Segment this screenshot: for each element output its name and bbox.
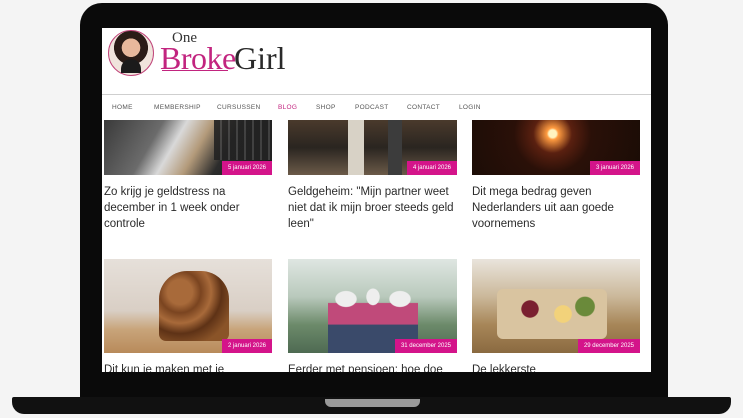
nav-item-cursussen[interactable]: CURSUSSEN [217,104,261,111]
post-title[interactable]: De lekkerste [472,362,640,372]
post-image[interactable]: 4 januari 2026 [288,120,457,175]
post-date-badge: 31 december 2025 [394,339,457,353]
post-title[interactable]: Dit mega bedrag geven Nederlanders uit a… [472,184,640,232]
post-title[interactable]: Eerder met pensioen: hoe doe [288,362,456,372]
post-date-badge: 4 januari 2026 [406,161,457,175]
post-image[interactable]: 5 januari 2026 [104,120,272,175]
post-image[interactable]: 31 december 2025 [288,259,457,353]
logo-broke-text: Broke [160,40,236,76]
people-graphic-2 [388,120,402,175]
post-image[interactable]: 29 december 2025 [472,259,640,353]
laptop-screen: One Broke Girl HOME MEMBERSHIP CURSUSSEN… [102,28,651,372]
avatar [108,30,154,76]
post-title[interactable]: Dit kun je maken met je [104,362,272,372]
post-image[interactable]: 2 januari 2026 [104,259,272,353]
post-date-badge: 3 januari 2026 [589,161,640,175]
oliebollen-graphic [159,271,229,341]
nav-item-contact[interactable]: CONTACT [407,104,440,111]
main-nav: HOME MEMBERSHIP CURSUSSEN BLOG SHOP PODC… [102,94,651,119]
keyboard-graphic [214,120,272,160]
site-logo[interactable]: One Broke Girl [160,30,320,76]
post-image[interactable]: 3 januari 2026 [472,120,640,175]
people-graphic [348,120,364,175]
nav-item-podcast[interactable]: PODCAST [355,104,389,111]
nav-item-shop[interactable]: SHOP [316,104,336,111]
site-brand[interactable]: One Broke Girl [108,30,320,76]
laptop-notch [325,399,420,407]
nav-item-blog[interactable]: BLOG [278,104,297,111]
logo-girl-text: Girl [234,40,286,76]
post-date-badge: 5 januari 2026 [221,161,272,175]
logo-underline [162,70,228,71]
post-title[interactable]: Zo krijg je geldstress na december in 1 … [104,184,272,232]
post-title[interactable]: Geldgeheim: "Mijn partner weet niet dat … [288,184,456,232]
nav-item-membership[interactable]: MEMBERSHIP [154,104,201,111]
nav-item-home[interactable]: HOME [112,104,133,111]
food-platter-graphic [497,289,607,339]
post-date-badge: 2 januari 2026 [221,339,272,353]
post-date-badge: 29 december 2025 [577,339,640,353]
nav-item-login[interactable]: LOGIN [459,104,481,111]
